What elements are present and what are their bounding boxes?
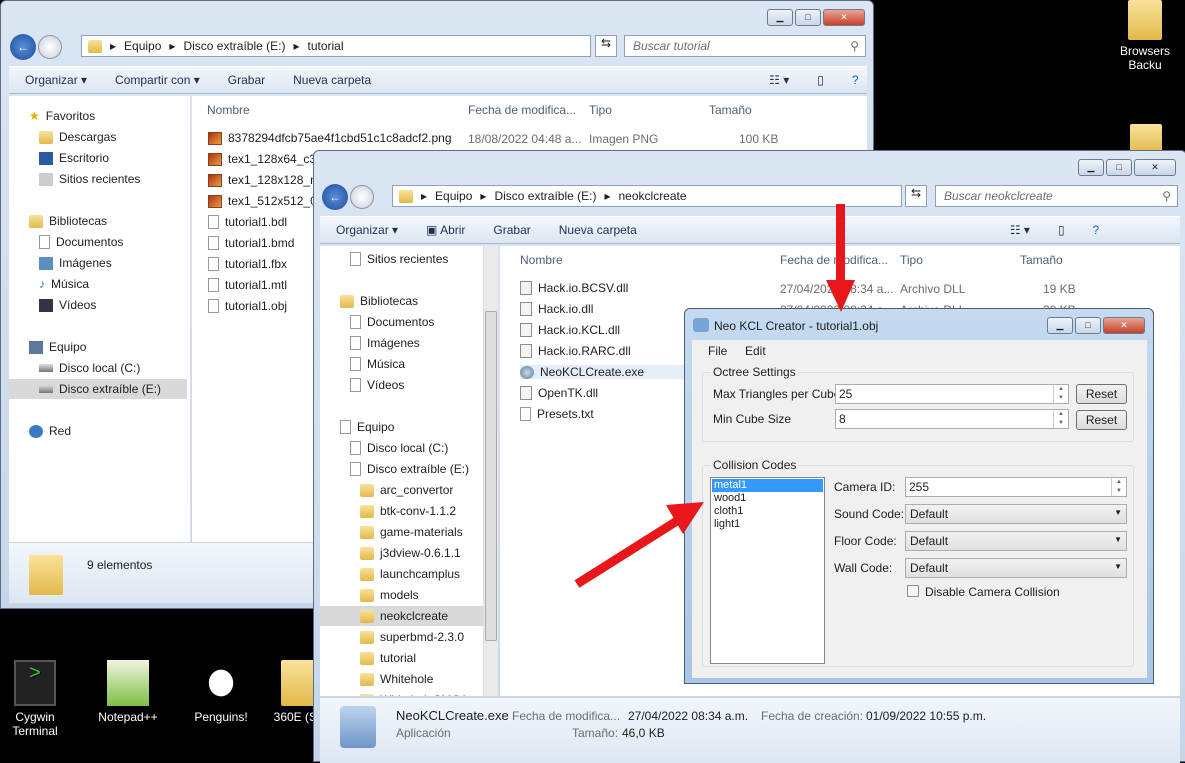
- annotation-arrows: [574, 204, 855, 588]
- arrow-down-shaft: [836, 204, 845, 284]
- arrow-diagonal-shaft: [574, 515, 683, 588]
- arrow-down-head: [826, 280, 855, 312]
